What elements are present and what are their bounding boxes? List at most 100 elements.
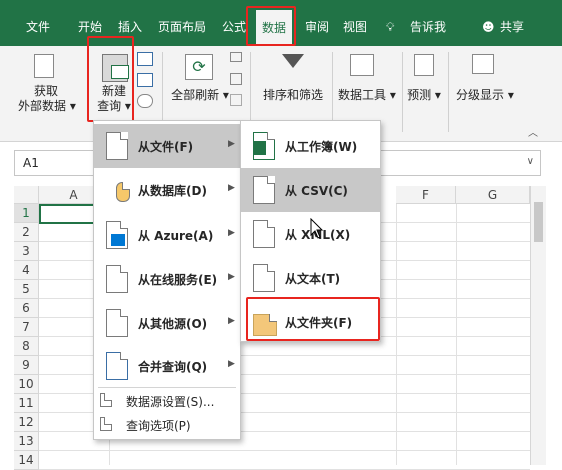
mouse-cursor-icon (310, 218, 324, 239)
chevron-right-icon: ▶ (228, 139, 235, 149)
get-external-label-2: 外部数据 ▾ (18, 99, 76, 113)
row-header[interactable]: 11 (14, 394, 39, 413)
column-header-g[interactable]: G (456, 186, 530, 204)
submenu-item-label: 从工作簿(W) (285, 140, 358, 154)
submenu-item-label: 从 CSV(C) (285, 184, 348, 198)
chevron-right-icon: ▶ (228, 359, 235, 369)
row-header[interactable]: 2 (14, 223, 39, 242)
external-data-icon (34, 54, 54, 78)
outline-button[interactable]: 分级显示 ▾ (456, 88, 514, 103)
row-header[interactable]: 3 (14, 242, 39, 261)
submenu-item-csv-file[interactable]: 从 CSV(C) (241, 168, 380, 212)
chevron-right-icon: ▶ (228, 272, 235, 282)
excel-workbook-icon (253, 132, 275, 160)
menu-item-label: 从在线服务(E) (138, 273, 218, 287)
user-icon: ☻ (482, 20, 495, 34)
menu-item-database[interactable]: 从数据库(D) ▶ (94, 168, 240, 212)
row-header[interactable]: 14 (14, 451, 39, 470)
menu-item-query-options[interactable]: 查询选项(P) (94, 413, 240, 435)
query-options-icon (100, 417, 112, 431)
separator (402, 52, 403, 132)
menu-item-azure[interactable]: 从 Azure(A) ▶ (94, 213, 240, 257)
refresh-icon: ⟳ (185, 54, 213, 80)
row-header[interactable]: 12 (14, 413, 39, 432)
connections-icon[interactable] (230, 52, 242, 62)
row-header[interactable]: 1 (14, 204, 39, 223)
data-source-settings-icon (100, 393, 112, 407)
data-tools-icon (350, 54, 374, 76)
database-icon (116, 182, 130, 202)
azure-icon (106, 221, 128, 249)
refresh-all-button[interactable]: 全部刷新 ▾ (170, 88, 230, 103)
menu-item-file[interactable]: 从文件(F) ▶ (94, 124, 240, 168)
grid-line (456, 204, 457, 465)
forecast-icon (414, 54, 434, 76)
row-header[interactable]: 5 (14, 280, 39, 299)
outline-icon (472, 54, 494, 74)
recent-sources-icon[interactable] (137, 94, 153, 108)
get-external-label-1: 获取 (33, 84, 58, 98)
collapse-ribbon-icon[interactable]: ︿ (528, 124, 538, 139)
menu-item-label: 从其他源(O) (138, 317, 208, 331)
row-header[interactable]: 13 (14, 432, 39, 451)
grid-line (396, 204, 397, 465)
file-icon (106, 132, 128, 160)
filter-icon (282, 54, 304, 68)
forecast-button[interactable]: 预测 ▾ (406, 88, 442, 103)
sort-filter-button[interactable]: 排序和筛选 (258, 88, 328, 103)
edit-links-icon[interactable] (230, 94, 242, 106)
tab-view[interactable]: 视图 (343, 19, 367, 35)
menu-item-label: 数据源设置(S)... (126, 395, 215, 409)
tell-me-box[interactable]: 告诉我 (410, 19, 446, 35)
submenu-item-excel-workbook[interactable]: 从工作簿(W) (241, 124, 380, 168)
data-tab-highlight (246, 6, 296, 46)
chevron-right-icon: ▶ (228, 183, 235, 193)
csv-file-icon (253, 176, 275, 204)
show-queries-icon[interactable] (137, 52, 153, 66)
column-header-f[interactable]: F (396, 186, 456, 204)
select-all-corner[interactable] (14, 186, 39, 204)
menu-separator (98, 387, 236, 388)
tab-review[interactable]: 审阅 (305, 19, 329, 35)
merge-query-icon (106, 352, 128, 380)
row-header[interactable]: 6 (14, 299, 39, 318)
separator (448, 52, 449, 132)
menu-item-online-service[interactable]: 从在线服务(E) ▶ (94, 257, 240, 301)
tab-insert[interactable]: 插入 (118, 19, 142, 35)
formula-expand-icon[interactable]: ∨ (527, 156, 534, 167)
vertical-scrollbar[interactable] (530, 186, 546, 465)
chevron-right-icon: ▶ (228, 316, 235, 326)
name-box[interactable]: A1 (23, 156, 39, 170)
menu-item-label: 从数据库(D) (138, 184, 207, 198)
menu-item-label: 合并查询(Q) (138, 360, 208, 374)
row-header[interactable]: 8 (14, 337, 39, 356)
row-header[interactable]: 9 (14, 356, 39, 375)
menu-item-label: 查询选项(P) (126, 419, 191, 433)
new-query-highlight (87, 36, 134, 122)
menu-item-label: 从文件(F) (138, 140, 194, 154)
chevron-right-icon: ▶ (228, 228, 235, 238)
other-source-icon (106, 309, 128, 337)
tab-file[interactable]: 文件 (26, 19, 50, 35)
menu-item-data-source-settings[interactable]: 数据源设置(S)... (94, 389, 240, 411)
tab-page-layout[interactable]: 页面布局 (158, 19, 206, 35)
tab-formulas[interactable]: 公式 (222, 19, 246, 35)
menu-item-label: 从 Azure(A) (138, 229, 214, 243)
tab-home[interactable]: 开始 (78, 19, 102, 35)
share-button[interactable]: 共享 (500, 19, 524, 35)
properties-icon[interactable] (230, 73, 242, 85)
row-header[interactable]: 10 (14, 375, 39, 394)
row-header[interactable]: 4 (14, 261, 39, 280)
menu-item-other-source[interactable]: 从其他源(O) ▶ (94, 301, 240, 345)
submenu-item-text-file[interactable]: 从文本(T) (241, 256, 380, 300)
lightbulb-icon: 💡︎ (386, 20, 395, 34)
get-external-data-button[interactable]: 获取 外部数据 ▾ (18, 84, 76, 114)
text-file-icon (253, 264, 275, 292)
menu-item-merge-query[interactable]: 合并查询(Q) ▶ (94, 344, 240, 388)
submenu-item-label: 从文本(T) (285, 272, 341, 286)
data-tools-button[interactable]: 数据工具 ▾ (338, 88, 396, 103)
online-service-icon (106, 265, 128, 293)
from-table-icon[interactable] (137, 73, 153, 87)
xml-file-icon (253, 220, 275, 248)
row-header[interactable]: 7 (14, 318, 39, 337)
